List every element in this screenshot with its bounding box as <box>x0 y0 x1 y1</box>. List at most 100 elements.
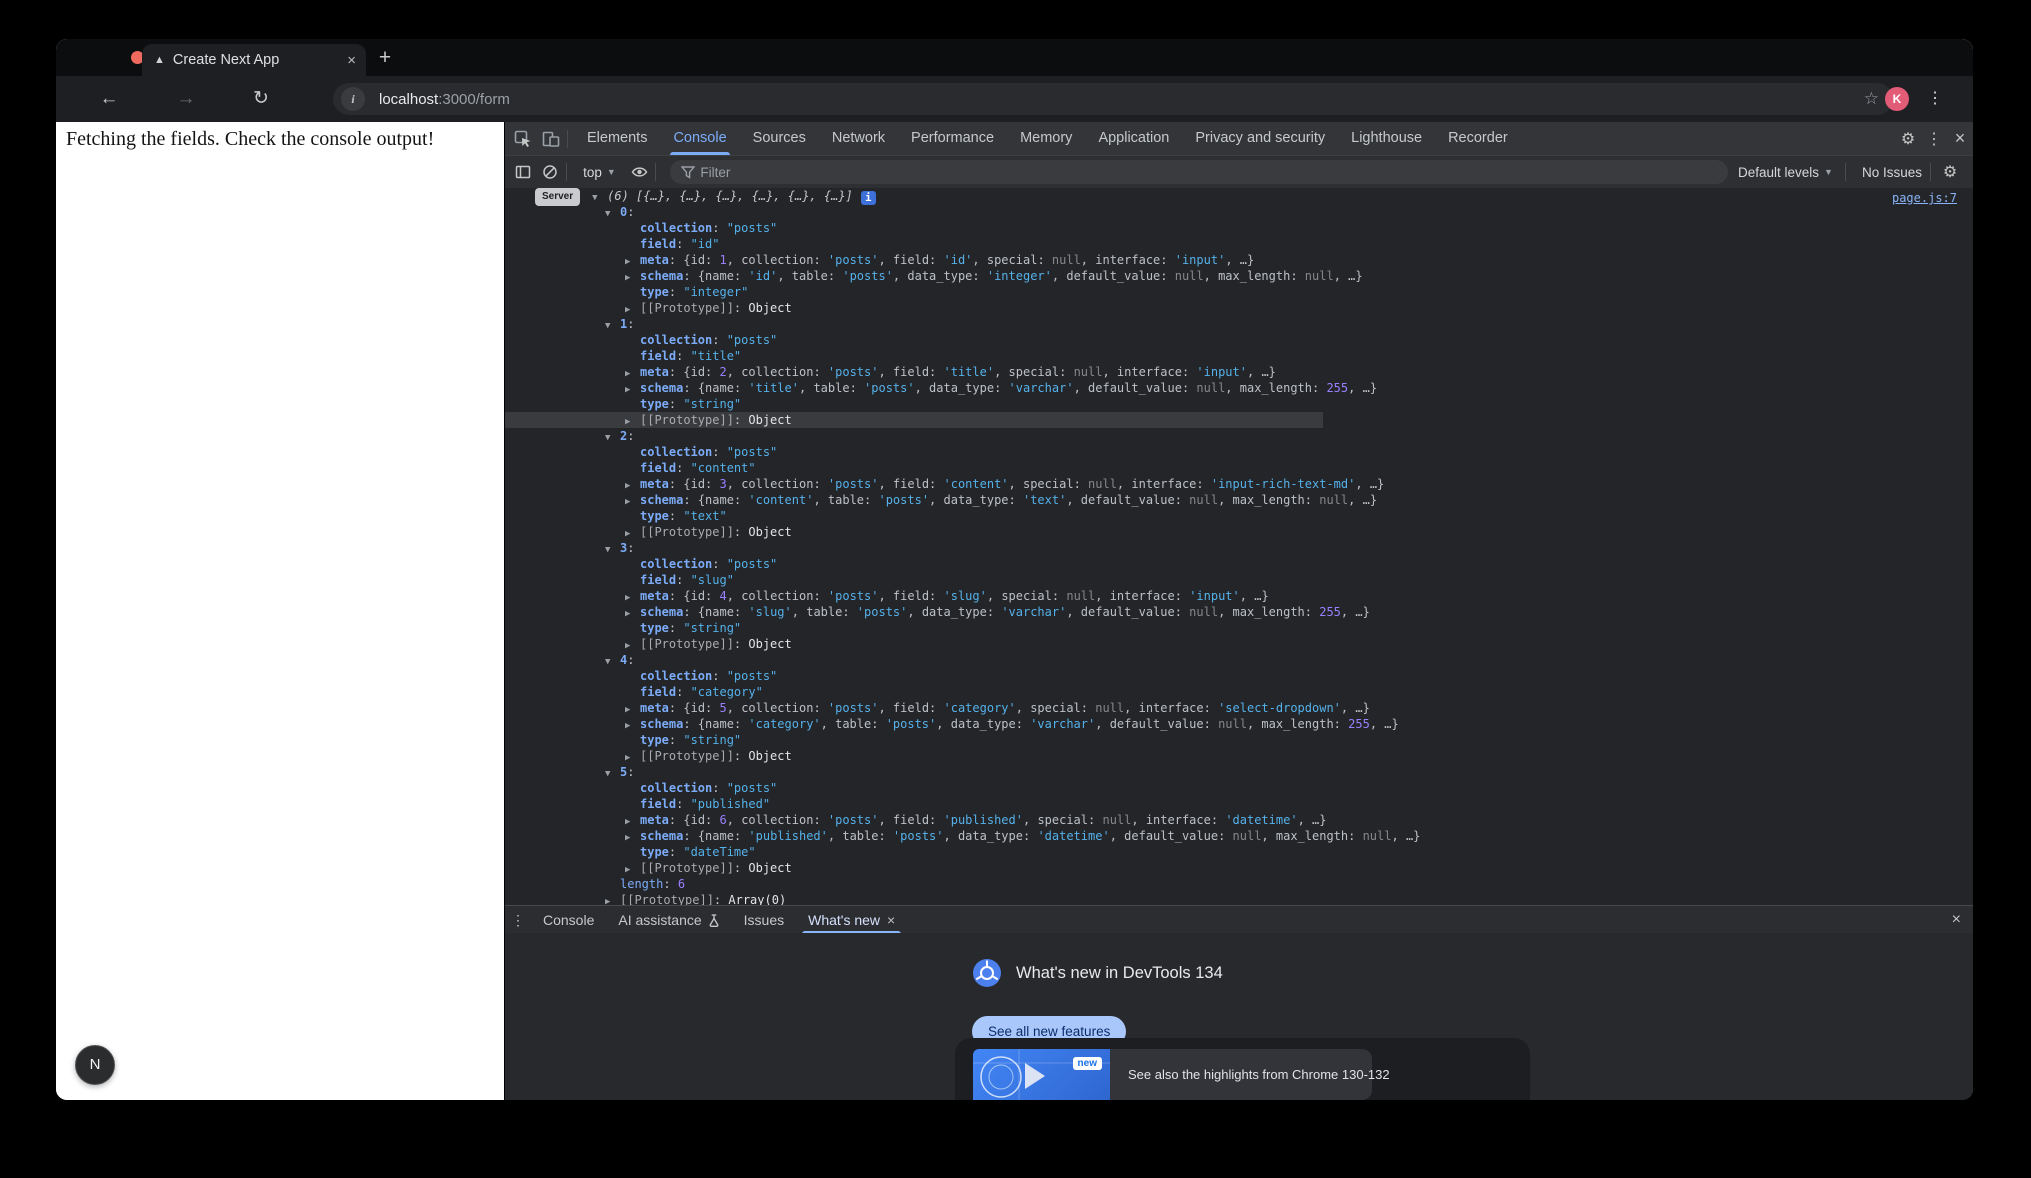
devtools-tab-privacy-and-security[interactable]: Privacy and security <box>1182 122 1338 155</box>
forward-button[interactable]: → <box>173 86 199 112</box>
browser-menu-icon[interactable]: ⋮ <box>1927 86 1943 112</box>
devtools-tab-console[interactable]: Console <box>660 122 739 155</box>
devtools-tab-elements[interactable]: Elements <box>574 122 660 155</box>
drawer-tab-console[interactable]: Console <box>531 906 606 934</box>
site-info-icon[interactable]: i <box>341 87 365 111</box>
filter-input[interactable] <box>698 164 1602 181</box>
console-token: (6) [{…}, {…}, {…}, {…}, {…}, {…}] <box>607 189 853 203</box>
console-token: data_type <box>944 493 1009 507</box>
console-token: , <box>1016 701 1030 715</box>
drawer-menu-icon[interactable]: ⋮ <box>505 912 531 929</box>
console-token: { <box>698 493 705 507</box>
console-token: : <box>929 365 943 379</box>
console-token: field <box>893 365 929 379</box>
console-token: : <box>1348 829 1362 843</box>
console-token: , <box>878 477 892 491</box>
disclosure-triangle-icon[interactable]: ▼ <box>605 430 620 446</box>
browser-tab[interactable]: ▲ Create Next App × <box>142 44 366 76</box>
devtools-tab-memory[interactable]: Memory <box>1007 122 1085 155</box>
console-token: : <box>669 253 683 267</box>
console-token: "posts" <box>727 781 778 795</box>
console-settings-icon[interactable]: ⚙ <box>1937 162 1963 182</box>
console-token: …} <box>1363 493 1377 507</box>
disclosure-triangle-icon[interactable]: ▼ <box>605 766 620 782</box>
reload-button[interactable]: ↻ <box>248 86 274 112</box>
log-levels-dropdown[interactable]: Default levels <box>1738 165 1819 180</box>
device-toolbar-icon[interactable] <box>541 129 561 149</box>
devtools-tab-recorder[interactable]: Recorder <box>1435 122 1521 155</box>
drawer-tab-issues[interactable]: Issues <box>732 906 796 934</box>
clear-console-icon[interactable] <box>541 162 561 182</box>
back-button[interactable]: ← <box>96 86 122 112</box>
disclosure-triangle-icon[interactable]: ▼ <box>605 206 620 222</box>
devtools-tab-lighthouse[interactable]: Lighthouse <box>1338 122 1435 155</box>
console-token: , <box>878 589 892 603</box>
devtools-settings-icon[interactable]: ⚙ <box>1895 129 1921 149</box>
console-sidebar-icon[interactable] <box>513 162 533 182</box>
console-token: …} <box>1254 589 1268 603</box>
bookmark-star-icon[interactable]: ☆ <box>1864 89 1879 109</box>
devtools-menu-icon[interactable]: ⋮ <box>1921 129 1947 149</box>
source-link[interactable]: page.js:7 <box>1892 190 1957 206</box>
disclosure-triangle-icon[interactable]: ▼ <box>605 542 620 558</box>
issues-counter[interactable]: No Issues <box>1862 165 1922 180</box>
console-filter[interactable] <box>670 160 1728 184</box>
drawer-tab-ai-assistance[interactable]: AI assistance <box>606 906 731 934</box>
console-token: meta <box>640 253 669 267</box>
devtools-tab-application[interactable]: Application <box>1085 122 1182 155</box>
divider <box>1845 163 1846 181</box>
console-token: : <box>929 477 943 491</box>
disclosure-triangle-icon[interactable]: ▼ <box>605 654 620 670</box>
console-token: : <box>878 829 892 843</box>
nextjs-devtools-button[interactable]: N <box>75 1045 115 1085</box>
tab-close-icon[interactable]: × <box>347 52 356 69</box>
console-token: meta <box>640 477 669 491</box>
drawer-tab-close-icon[interactable]: × <box>887 907 895 934</box>
console-token: : <box>676 237 690 251</box>
console-token: : <box>1182 365 1196 379</box>
devtools-tab-network[interactable]: Network <box>819 122 898 155</box>
omnibox[interactable]: i localhost:3000/form ☆ <box>333 83 1893 115</box>
console-token: "posts" <box>727 221 778 235</box>
console-token: : <box>627 765 634 779</box>
console-token: default_value <box>1081 605 1175 619</box>
console-token: collection <box>741 813 813 827</box>
drawer-tabbar: ⋮ ConsoleAI assistanceIssuesWhat's new× … <box>505 905 1973 934</box>
page-message: Fetching the fields. Check the console o… <box>66 128 434 151</box>
devtools-close-icon[interactable]: × <box>1947 128 1973 149</box>
drawer-close-icon[interactable]: × <box>1952 911 1961 929</box>
console-token: , <box>1370 717 1384 731</box>
console-token: , <box>1095 589 1109 603</box>
highlight-row[interactable]: See also the highlights from Chrome 130-… <box>1110 1049 1372 1100</box>
devtools-tab-sources[interactable]: Sources <box>740 122 819 155</box>
profile-avatar[interactable]: K <box>1885 87 1909 111</box>
devtools-tab-performance[interactable]: Performance <box>898 122 1007 155</box>
console-token: : <box>1175 493 1189 507</box>
console-token: 'varchar' <box>1030 717 1095 731</box>
console-token: , <box>987 589 1001 603</box>
console-token: , <box>821 717 835 731</box>
disclosure-triangle-icon[interactable]: ▼ <box>605 318 620 334</box>
whats-new-card[interactable]: new See also the highlights from Chrome … <box>955 1038 1530 1100</box>
live-expression-eye-icon[interactable] <box>630 162 650 182</box>
context-selector[interactable]: top <box>583 165 602 180</box>
divider <box>655 163 656 181</box>
console-token: : <box>705 701 719 715</box>
console-token: : <box>813 701 827 715</box>
disclosure-triangle-icon[interactable]: ▶ <box>605 894 620 905</box>
drawer-tab-label: Issues <box>744 907 784 934</box>
console-token: : <box>813 813 827 827</box>
console-token: "title" <box>691 349 742 363</box>
console-token: , <box>727 813 741 827</box>
console-token: : <box>1059 365 1073 379</box>
console-token: : <box>683 717 697 731</box>
new-tab-button[interactable]: + <box>371 44 399 72</box>
console-token: 'slug' <box>944 589 987 603</box>
console-token: Object <box>748 301 791 315</box>
inspect-element-icon[interactable] <box>513 129 533 149</box>
console-token: default_value <box>1110 717 1204 731</box>
drawer-tab-what-s-new[interactable]: What's new× <box>796 906 907 934</box>
console-token: , <box>1124 701 1138 715</box>
console-token: special <box>1001 589 1052 603</box>
console-token: type <box>640 845 669 859</box>
